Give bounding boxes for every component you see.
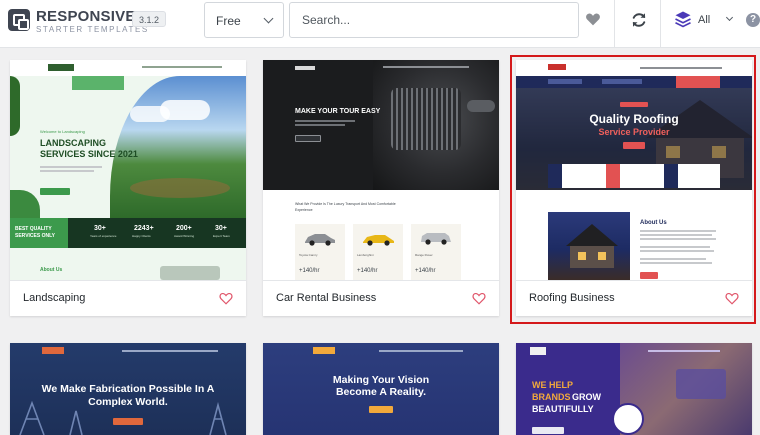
template-preview[interactable]: Making Your Vision Become A Reality.	[263, 343, 499, 435]
chevron-down-icon	[263, 13, 274, 24]
preview-nav	[516, 60, 752, 76]
preview-subheadline: Service Provider	[598, 127, 670, 137]
site-type-filter[interactable]: All	[698, 14, 710, 26]
preview-headline: SERVICES SINCE 2021	[40, 149, 138, 159]
sync-icon[interactable]	[630, 11, 648, 29]
chevron-down-icon[interactable]	[725, 13, 734, 22]
template-preview[interactable]: Quality Roofing Service Provider About U…	[516, 60, 752, 280]
pricing-filter-value: Free	[216, 14, 241, 28]
preview-badge: SERVICES ONLY	[15, 233, 56, 239]
preview-headline: GROW	[572, 392, 601, 402]
preview-nav	[263, 343, 499, 359]
preview-car-name: Toyota Camry	[299, 253, 318, 257]
preview-car-name: Lamborghini	[357, 253, 374, 257]
help-icon[interactable]: ?	[746, 13, 760, 27]
search-input[interactable]	[289, 2, 579, 38]
template-card-car-rental[interactable]: MAKE YOUR TOUR EASY What We Provide Is T…	[263, 60, 499, 316]
top-bar: RESPONSIVE STARTER TEMPLATES 3.1.2 Free …	[0, 0, 760, 48]
preview-stat-label: Happy Clients	[132, 234, 151, 238]
layers-icon	[675, 11, 691, 28]
card-footer: Roofing Business	[516, 280, 752, 316]
preview-car-price: +140/hr	[357, 268, 378, 274]
template-card-fabrication[interactable]: We Make Fabrication Possible In A Comple…	[10, 343, 246, 435]
template-title[interactable]: Roofing Business	[529, 292, 615, 304]
preview-stat-value: 2243+	[134, 225, 154, 232]
favorite-heart-icon[interactable]	[725, 292, 739, 305]
template-card-vision[interactable]: Making Your Vision Become A Reality.	[263, 343, 499, 435]
preview-car-card: Lamborghini +140/hr	[353, 224, 403, 280]
pricing-filter-select[interactable]: Free	[204, 2, 284, 38]
app-subtitle: STARTER TEMPLATES	[36, 25, 149, 34]
preview-stats-bar: BEST QUALITY SERVICES ONLY 30+ Years of …	[10, 218, 246, 248]
preview-car-price: +140/hr	[299, 268, 320, 274]
card-footer: Landscaping	[10, 280, 246, 316]
preview-about: About Us	[640, 220, 667, 226]
preview-stat-value: 200+	[176, 225, 192, 232]
preview-stat-label: Award Winning	[174, 234, 195, 238]
template-preview[interactable]: Welcome to Landscaping LANDSCAPING SERVI…	[10, 60, 246, 280]
favorite-heart-icon[interactable]	[219, 292, 233, 305]
preview-nav	[516, 343, 752, 359]
preview-about: About Us	[40, 267, 63, 273]
preview-headline: Quality Roofing	[589, 112, 679, 126]
preview-headline: WE HELP	[532, 380, 574, 390]
app-title: RESPONSIVE	[36, 8, 136, 25]
preview-stat-label: Expert Team	[213, 234, 230, 238]
preview-headline: We Make Fabrication Possible In A	[41, 383, 215, 395]
preview-headline: BEAUTIFULLY	[532, 404, 594, 414]
preview-headline: LANDSCAPING	[40, 138, 107, 148]
preview-headline: Become A Reality.	[335, 386, 427, 398]
card-footer: Car Rental Business	[263, 280, 499, 316]
template-preview[interactable]: MAKE YOUR TOUR EASY What We Provide Is T…	[263, 60, 499, 280]
preview-headline: Making Your Vision	[332, 374, 430, 386]
preview-car-card: Range Rover +140/hr	[411, 224, 461, 280]
preview-feature-row	[548, 164, 720, 188]
preview-headline: Complex World.	[88, 396, 168, 408]
template-card-roofing[interactable]: Quality Roofing Service Provider About U…	[516, 60, 752, 316]
template-preview[interactable]: We Make Fabrication Possible In A Comple…	[10, 343, 246, 435]
preview-car-price: +140/hr	[415, 268, 436, 274]
favorite-heart-icon[interactable]	[472, 292, 486, 305]
preview-headline: MAKE YOUR TOUR EASY	[295, 108, 381, 115]
preview-car-name: Range Rover	[415, 253, 433, 257]
version-badge: 3.1.2	[132, 11, 167, 27]
divider	[614, 0, 615, 48]
template-preview[interactable]: WE HELP BRANDS GROW BEAUTIFULLY	[516, 343, 752, 435]
preview-section-title: Experience	[295, 208, 313, 212]
preview-stat-value: 30+	[94, 225, 106, 232]
preview-eyebrow: Welcome to Landscaping	[40, 129, 85, 134]
preview-car-card: Toyota Camry +140/hr	[295, 224, 345, 280]
template-card-brands[interactable]: WE HELP BRANDS GROW BEAUTIFULLY	[516, 343, 752, 435]
preview-nav	[10, 60, 246, 76]
preview-section-title: What We Provide Is The Luxury Transport …	[295, 202, 396, 206]
divider	[660, 0, 661, 48]
preview-nav	[10, 343, 246, 359]
preview-nav	[263, 60, 499, 76]
template-title[interactable]: Car Rental Business	[276, 292, 376, 304]
preview-headline: BRANDS	[532, 392, 571, 402]
preview-badge: BEST QUALITY	[15, 226, 52, 232]
favorites-heart-icon[interactable]	[585, 12, 601, 26]
template-card-landscaping[interactable]: Welcome to Landscaping LANDSCAPING SERVI…	[10, 60, 246, 316]
template-title[interactable]: Landscaping	[23, 292, 85, 304]
preview-stat-label: Years of experience	[90, 234, 117, 238]
preview-stat-value: 30+	[215, 225, 227, 232]
logo-icon	[8, 9, 30, 31]
